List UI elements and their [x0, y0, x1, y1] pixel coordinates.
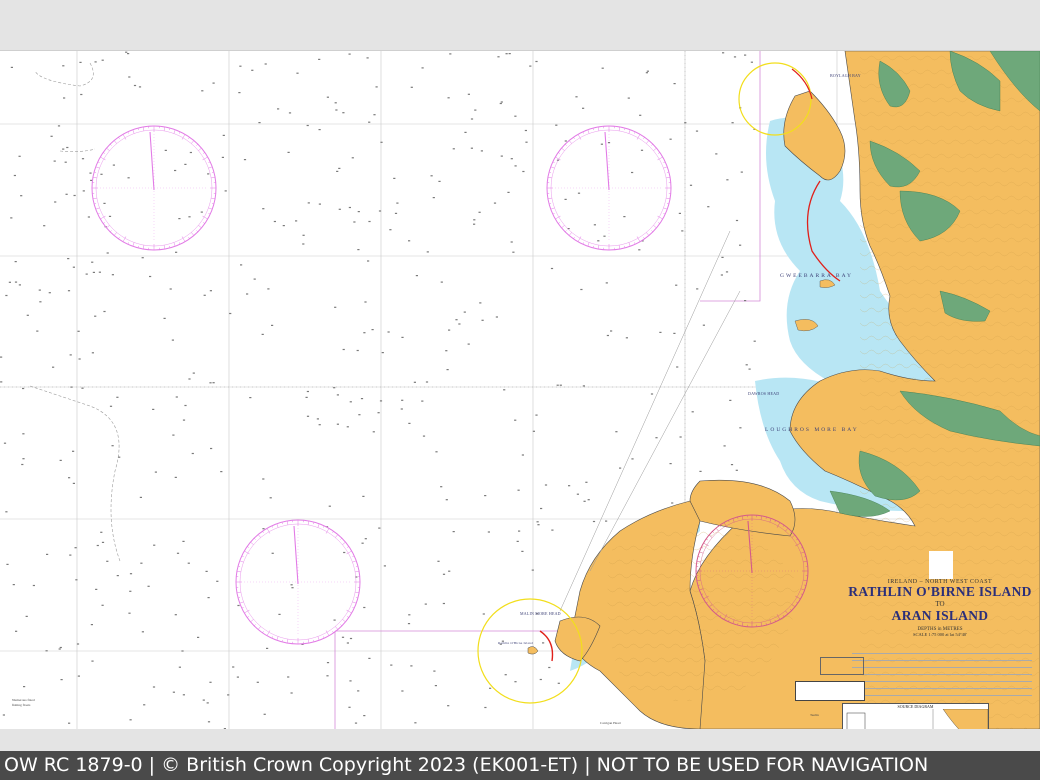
top-band [0, 0, 1040, 51]
chart-number-box [929, 551, 953, 579]
compass-rose [546, 125, 672, 251]
chart-title-block: IRELAND – NORTH WEST COAST RATHLIN O'BIR… [842, 579, 1038, 637]
compass-rose [91, 125, 217, 251]
svg-text:Carrigan Head: Carrigan Head [600, 721, 621, 725]
copyright-footer: OW RC 1879-0 | © British Crown Copyright… [0, 751, 1040, 780]
svg-text:Teelin: Teelin [810, 713, 819, 717]
compass-rose [235, 519, 361, 645]
bottom-band [0, 729, 1040, 751]
chart-title-line2: ARAN ISLAND [891, 608, 989, 623]
nautical-chart-viewport[interactable]: Numerous fixed fishing floats Carrigan H… [0, 51, 1040, 729]
rathlin-island-label: Rathlin O'Birne Island [498, 641, 533, 645]
loughros-bay-label: LOUGHROS MORE BAY [765, 427, 859, 433]
malin-more-head-label: MALIN MORE HEAD [520, 611, 561, 616]
source-diagram: SOURCE DIAGRAM [842, 703, 989, 729]
gweebarra-bay-label: GWEEBARRA BAY [780, 273, 854, 279]
svg-text:fishing floats: fishing floats [12, 703, 31, 707]
chart-title-line1: RATHLIN O'BIRNE ISLAND [848, 584, 1032, 599]
svg-text:Numerous fixed: Numerous fixed [12, 698, 35, 702]
source-diagram-map [846, 708, 989, 729]
tidal-levels-table [795, 681, 865, 701]
dawros-head-label: DAWROS HEAD [748, 391, 780, 396]
tidal-info-table [820, 657, 864, 675]
chart-notes [852, 647, 1032, 699]
chart-scale: SCALE 1:75 000 at lat 54°40' [913, 632, 967, 637]
boylagh-bay-label: BOYLAGH BAY [830, 73, 861, 78]
depth-contours [29, 62, 121, 562]
